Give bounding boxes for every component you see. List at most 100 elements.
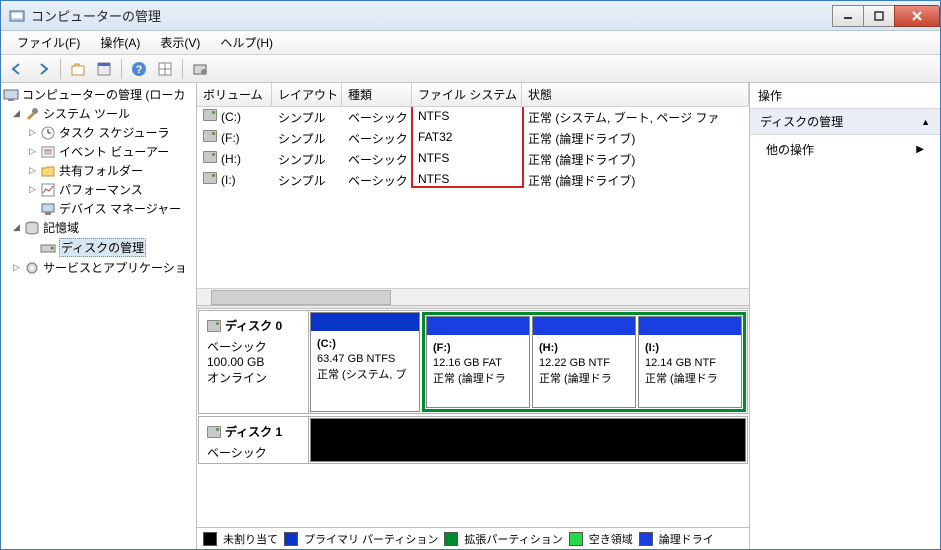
forward-button[interactable]	[31, 58, 55, 80]
expand-icon[interactable]: ▷	[27, 165, 38, 176]
volume-row[interactable]: (F:)シンプルベーシックFAT32正常 (論理ドライブ)	[197, 128, 749, 149]
volume-fs: FAT32	[412, 129, 522, 148]
services-icon	[24, 260, 40, 276]
col-type[interactable]: 種類	[342, 83, 412, 106]
menu-action[interactable]: 操作(A)	[90, 32, 150, 53]
disk-info[interactable]: ディスク 0 ベーシック 100.00 GB オンライン	[199, 311, 309, 413]
disk-info[interactable]: ディスク 1 ベーシック	[199, 417, 309, 463]
partition-logical[interactable]: (I:)12.14 GB NTF正常 (論理ドラ	[638, 316, 742, 408]
properties-button[interactable]	[92, 58, 116, 80]
volume-status: 正常 (論理ドライブ)	[522, 129, 749, 148]
volume-row[interactable]: (I:)シンプルベーシックNTFS正常 (論理ドライブ)	[197, 170, 749, 191]
extended-partition-group: (F:)12.16 GB FAT正常 (論理ドラ (H:)12.22 GB NT…	[422, 312, 746, 412]
partition-size: 63.47 GB NTFS	[317, 353, 395, 365]
help-button[interactable]: ?	[127, 58, 151, 80]
actions-item-label: 他の操作	[766, 141, 814, 158]
partition-unallocated[interactable]	[310, 418, 746, 462]
volume-status: 正常 (システム, ブート, ページ ファ	[522, 108, 749, 127]
horizontal-scrollbar[interactable]	[197, 288, 749, 305]
partition-size: 12.14 GB NTF	[645, 357, 716, 369]
close-button[interactable]	[894, 5, 940, 27]
back-button[interactable]	[5, 58, 29, 80]
tree-performance[interactable]: ▷ パフォーマンス	[3, 180, 194, 199]
menu-view[interactable]: 表示(V)	[150, 32, 210, 53]
storage-icon	[24, 220, 40, 236]
tree-root[interactable]: コンピューターの管理 (ローカ	[3, 85, 194, 104]
disk-icon	[207, 320, 221, 332]
window-controls	[833, 5, 940, 27]
disk-type: ベーシック	[207, 444, 300, 461]
collapse-icon[interactable]: ◢	[11, 108, 22, 119]
volume-icon	[203, 109, 217, 121]
volume-row[interactable]: (H:)シンプルベーシックNTFS正常 (論理ドライブ)	[197, 149, 749, 170]
tree-device-manager[interactable]: デバイス マネージャー	[3, 199, 194, 218]
scrollbar-thumb[interactable]	[211, 290, 391, 305]
up-button[interactable]	[66, 58, 90, 80]
disk-state: オンライン	[207, 369, 300, 386]
actions-other[interactable]: 他の操作 ▶	[750, 135, 940, 164]
col-layout[interactable]: レイアウト	[272, 83, 342, 106]
tree-label: 記憶域	[43, 219, 79, 236]
legend-swatch-primary	[284, 532, 298, 546]
tree-label: イベント ビューアー	[59, 143, 169, 160]
expand-icon[interactable]: ▷	[27, 146, 38, 157]
actions-section[interactable]: ディスクの管理 ▲	[750, 109, 940, 135]
partition-status: 正常 (論理ドラ	[645, 373, 718, 385]
tree-shared-folders[interactable]: ▷共有フォルダー	[3, 161, 194, 180]
expand-icon[interactable]: ▷	[11, 262, 22, 273]
maximize-button[interactable]	[863, 5, 895, 27]
disk-mgmt-icon	[40, 240, 56, 256]
tree-task-scheduler[interactable]: ▷タスク スケジューラ	[3, 123, 194, 142]
volume-list: ボリューム レイアウト 種類 ファイル システム 状態 (C:)シンプルベーシッ…	[197, 83, 749, 305]
event-icon	[40, 144, 56, 160]
disk-scroll: ディスク 0 ベーシック 100.00 GB オンライン (C:)63.47 G…	[197, 309, 749, 527]
disk-row: ディスク 1 ベーシック	[198, 416, 748, 464]
tree-storage[interactable]: ◢ 記憶域	[3, 218, 194, 237]
volume-type: ベーシック	[342, 108, 412, 127]
collapse-icon[interactable]: ◢	[11, 222, 22, 233]
disk-size: 100.00 GB	[207, 355, 300, 369]
tree-disk-management[interactable]: ディスクの管理	[3, 237, 194, 258]
partition-logical[interactable]: (F:)12.16 GB FAT正常 (論理ドラ	[426, 316, 530, 408]
col-volume[interactable]: ボリューム	[197, 83, 272, 106]
volume-icon	[203, 172, 217, 184]
settings-button[interactable]	[188, 58, 212, 80]
content-area: コンピューターの管理 (ローカ ◢ システム ツール ▷タスク スケジューラ ▷…	[1, 83, 940, 549]
partition-color-bar	[311, 419, 745, 461]
refresh-view-button[interactable]	[153, 58, 177, 80]
partition-color-bar	[311, 313, 419, 331]
tree-services-apps[interactable]: ▷サービスとアプリケーショ	[3, 258, 194, 277]
partition-label: (H:)	[539, 342, 558, 354]
volume-layout: シンプル	[272, 108, 342, 127]
legend-label: 拡張パーティション	[464, 531, 562, 547]
tree-label: パフォーマンス	[59, 181, 143, 198]
legend: 未割り当て プライマリ パーティション 拡張パーティション 空き領域 論理ドライ	[197, 527, 749, 549]
partition-primary[interactable]: (C:)63.47 GB NTFS正常 (システム, ブ	[310, 312, 420, 412]
partition-size: 12.16 GB FAT	[433, 357, 502, 369]
computer-icon	[3, 87, 19, 103]
toolbar-divider	[121, 59, 122, 79]
tree-event-viewer[interactable]: ▷ イベント ビューアー	[3, 142, 194, 161]
partition-logical[interactable]: (H:)12.22 GB NTF正常 (論理ドラ	[532, 316, 636, 408]
menu-help[interactable]: ヘルプ(H)	[210, 32, 283, 53]
clock-icon	[40, 125, 56, 141]
partition-color-bar	[639, 317, 741, 335]
disk-type: ベーシック	[207, 338, 300, 355]
legend-label: 空き領域	[589, 531, 633, 547]
menu-file[interactable]: ファイル(F)	[7, 32, 90, 53]
col-filesystem[interactable]: ファイル システム	[412, 83, 522, 106]
chevron-right-icon: ▶	[916, 144, 924, 155]
col-status[interactable]: 状態	[522, 83, 749, 106]
volume-rows: (C:)シンプルベーシックNTFS正常 (システム, ブート, ページ ファ (…	[197, 107, 749, 288]
expand-icon[interactable]: ▷	[27, 184, 38, 195]
volume-row[interactable]: (C:)シンプルベーシックNTFS正常 (システム, ブート, ページ ファ	[197, 107, 749, 128]
tree-system-tools[interactable]: ◢ システム ツール	[3, 104, 194, 123]
volume-layout: シンプル	[272, 171, 342, 190]
legend-label: プライマリ パーティション	[304, 531, 438, 547]
toolbar-divider	[60, 59, 61, 79]
expand-icon[interactable]: ▷	[27, 127, 38, 138]
disk-partitions: (C:)63.47 GB NTFS正常 (システム, ブ (F:)12.16 G…	[309, 311, 747, 413]
partition-status: 正常 (論理ドラ	[539, 373, 612, 385]
volume-status: 正常 (論理ドライブ)	[522, 171, 749, 190]
minimize-button[interactable]	[832, 5, 864, 27]
